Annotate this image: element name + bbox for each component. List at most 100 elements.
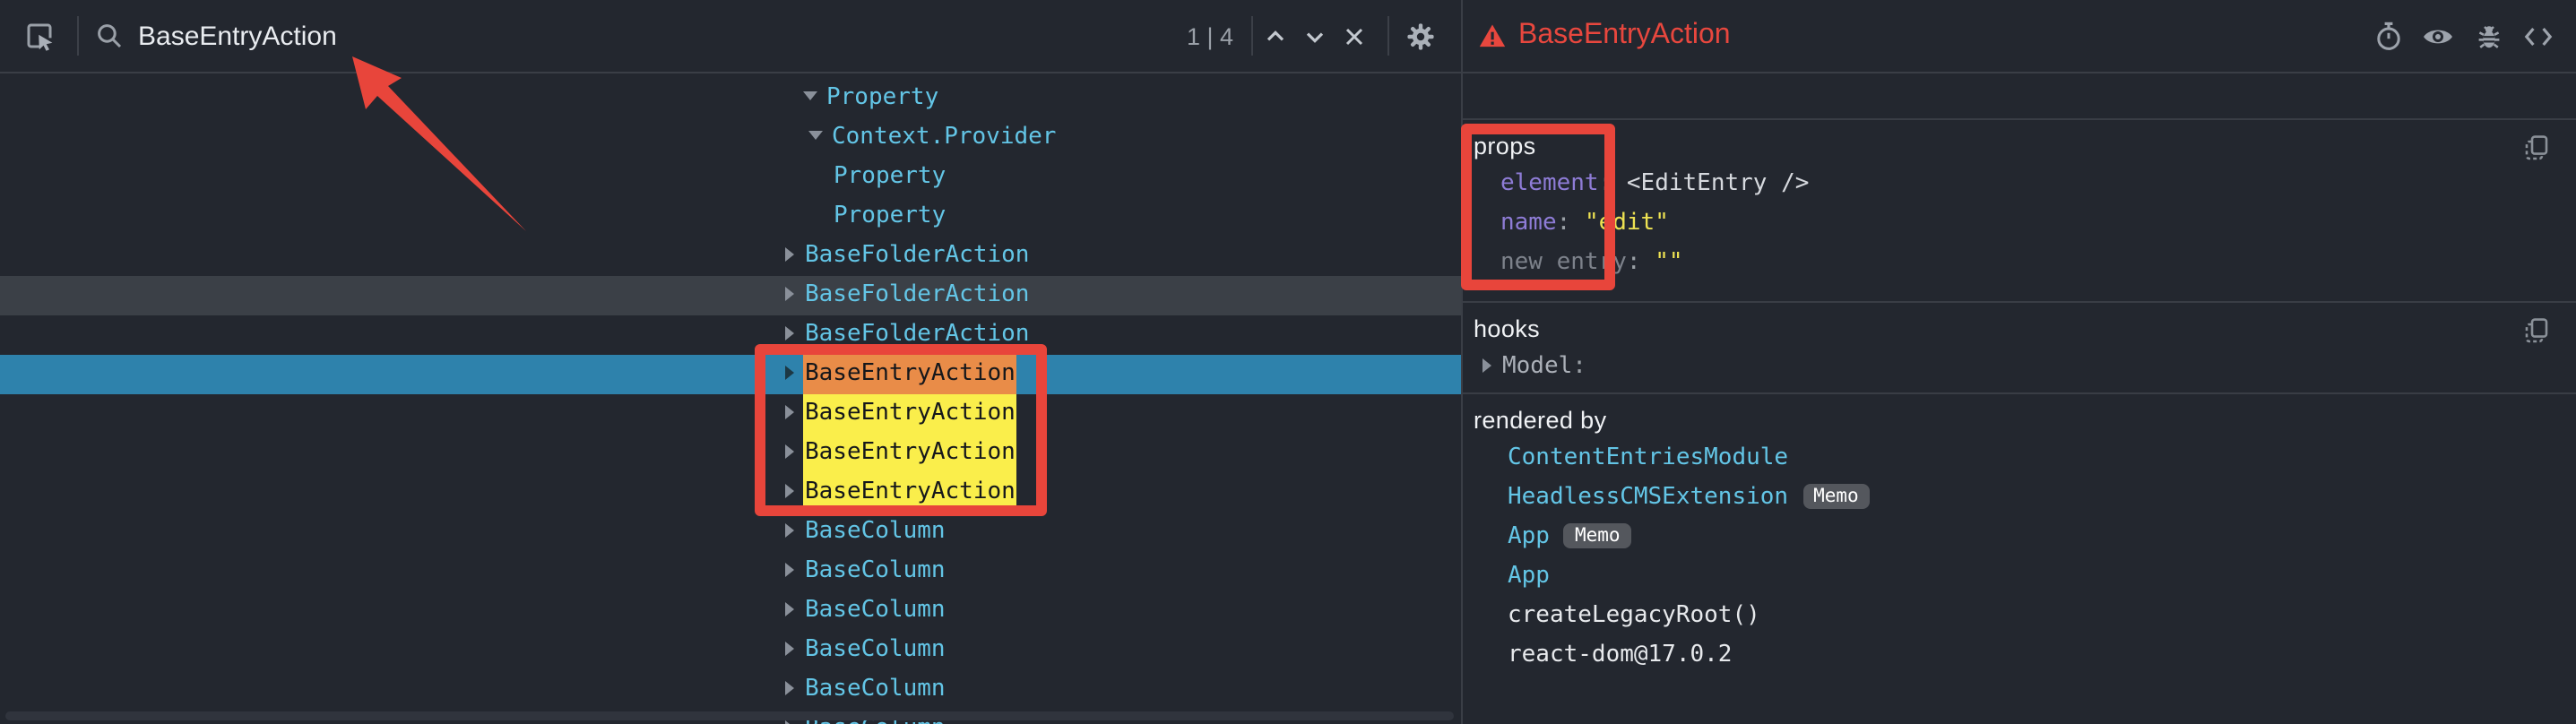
toolbar: BaseEntryAction 1 | 4 xyxy=(0,0,2576,73)
prop-colon: : xyxy=(1557,210,1585,237)
toolbar-left: BaseEntryAction 1 | 4 xyxy=(0,0,1461,72)
rendered-by-item: createLegacyRoot() xyxy=(1474,597,2576,636)
tree-row[interactable]: BaseEntryAction xyxy=(0,473,1461,513)
tree-row[interactable]: BaseFolderAction xyxy=(0,276,1461,315)
react-devtools-window: BaseEntryAction 1 | 4 xyxy=(0,0,2576,724)
stopwatch-icon[interactable] xyxy=(2368,14,2407,57)
toolbar-divider xyxy=(77,16,79,56)
rendered-by-section: rendered by ContentEntriesModule Headless… xyxy=(1463,392,2576,724)
search-icon xyxy=(90,14,129,57)
props-section: props element: <EditEntry />name: "edit"… xyxy=(1463,118,2576,301)
prop-key: element xyxy=(1500,170,1599,197)
selected-component-title: BaseEntryAction xyxy=(1518,20,1731,52)
component-name: BaseEntryAction xyxy=(803,434,1017,473)
collapse-arrow-icon[interactable] xyxy=(808,131,823,140)
rendered-by-item: react-dom@17.0.2 xyxy=(1474,636,2576,676)
component-name: BaseEntryAction xyxy=(803,355,1017,394)
rendered-by-section-title: rendered by xyxy=(1474,407,2576,434)
prop-colon: : xyxy=(1599,170,1627,197)
hooks-section-title: hooks xyxy=(1474,315,2576,342)
tree-row[interactable]: BaseEntryAction xyxy=(0,355,1461,394)
chevron-down-icon[interactable] xyxy=(1294,14,1334,57)
search-input[interactable]: BaseEntryAction xyxy=(138,21,337,51)
hooks-section: hooks Model: xyxy=(1463,301,2576,392)
prop-value[interactable]: <EditEntry /> xyxy=(1627,170,1810,197)
owner-link[interactable]: App xyxy=(1508,563,1550,590)
expand-arrow-icon[interactable] xyxy=(785,286,794,300)
bug-icon[interactable] xyxy=(2468,14,2508,57)
props-section-title: props xyxy=(1474,133,2576,159)
rendered-by-item: ContentEntriesModule xyxy=(1474,439,2576,478)
panel-divider[interactable] xyxy=(1461,0,1463,724)
tree-row[interactable]: BaseColumn xyxy=(0,631,1461,670)
owner-label: createLegacyRoot() xyxy=(1508,602,1760,629)
component-tree: PropertyContext.ProviderPropertyProperty… xyxy=(0,73,1461,724)
component-name: BaseColumn xyxy=(803,631,947,670)
toolbar-divider xyxy=(1251,16,1253,56)
inspect-element-icon[interactable] xyxy=(20,14,59,57)
rendered-by-item: App xyxy=(1474,557,2576,597)
owner-link[interactable]: App xyxy=(1508,523,1550,550)
expand-arrow-icon[interactable] xyxy=(785,562,794,576)
owner-link[interactable]: HeadlessCMSExtension xyxy=(1508,484,1788,511)
component-name: BaseFolderAction xyxy=(803,315,1031,355)
copy-icon[interactable] xyxy=(2524,317,2549,353)
component-name: BaseColumn xyxy=(803,670,947,710)
code-brackets-icon[interactable] xyxy=(2519,14,2558,57)
expand-arrow-icon[interactable] xyxy=(785,404,794,418)
horizontal-scrollbar[interactable] xyxy=(5,711,1454,720)
tree-row[interactable]: Property xyxy=(0,197,1461,237)
owner-label: react-dom@17.0.2 xyxy=(1508,642,1732,668)
copy-icon[interactable] xyxy=(2524,134,2549,170)
owner-link[interactable]: ContentEntriesModule xyxy=(1508,444,1788,471)
expand-arrow-icon[interactable] xyxy=(785,325,794,340)
component-name: Property xyxy=(832,158,947,197)
expand-arrow-icon[interactable] xyxy=(785,522,794,537)
expand-arrow-icon[interactable] xyxy=(785,483,794,497)
tree-row[interactable]: BaseFolderAction xyxy=(0,315,1461,355)
tree-row[interactable]: BaseColumn xyxy=(0,670,1461,710)
hook-row[interactable]: Model: xyxy=(1474,348,2576,387)
collapse-arrow-icon[interactable] xyxy=(803,91,817,100)
warning-triangle-icon xyxy=(1479,23,1506,48)
search-result-count: 1 | 4 xyxy=(1187,22,1233,49)
tree-row[interactable]: BaseEntryAction xyxy=(0,394,1461,434)
tree-row[interactable]: Context.Provider xyxy=(0,118,1461,158)
tree-row[interactable]: BaseFolderAction xyxy=(0,237,1461,276)
expand-arrow-icon[interactable] xyxy=(785,601,794,616)
chevron-up-icon[interactable] xyxy=(1255,14,1294,57)
prop-colon: : xyxy=(1627,249,1655,276)
tree-row[interactable]: BaseColumn xyxy=(0,552,1461,591)
tree-row[interactable]: Property xyxy=(0,79,1461,118)
toolbar-right: BaseEntryAction xyxy=(1463,0,2576,72)
close-icon[interactable] xyxy=(1334,14,1373,57)
tree-row[interactable]: BaseColumn xyxy=(0,513,1461,552)
component-name: BaseColumn xyxy=(803,513,947,552)
expand-arrow-icon[interactable] xyxy=(785,365,794,379)
expand-arrow-icon[interactable] xyxy=(785,680,794,694)
expand-arrow-icon[interactable] xyxy=(785,246,794,261)
tree-row[interactable]: BaseEntryAction xyxy=(0,434,1461,473)
expand-arrow-icon[interactable] xyxy=(785,444,794,458)
memo-badge: Memo xyxy=(1564,523,1631,548)
prop-row: new entry: "" xyxy=(1474,244,2576,283)
prop-value[interactable]: "" xyxy=(1655,249,1682,276)
component-name: BaseColumn xyxy=(803,552,947,591)
expand-arrow-icon[interactable] xyxy=(785,641,794,655)
hook-colon: : xyxy=(1572,353,1586,380)
expand-arrow-icon[interactable] xyxy=(1482,358,1491,372)
component-name: BaseEntryAction xyxy=(803,394,1017,434)
eye-icon[interactable] xyxy=(2418,14,2458,57)
prop-row: element: <EditEntry /> xyxy=(1474,165,2576,204)
component-name: BaseFolderAction xyxy=(803,237,1031,276)
component-name: BaseEntryAction xyxy=(803,473,1017,513)
prop-value[interactable]: "edit" xyxy=(1585,210,1669,237)
tree-row[interactable]: Property xyxy=(0,158,1461,197)
rendered-by-item: App Memo xyxy=(1474,518,2576,557)
settings-gear-icon[interactable] xyxy=(1400,14,1439,57)
hook-name: Model xyxy=(1502,353,1572,380)
component-name: Context.Provider xyxy=(830,118,1058,158)
rendered-by-item: HeadlessCMSExtensionMemo xyxy=(1474,478,2576,518)
tree-row[interactable]: BaseColumn xyxy=(0,591,1461,631)
toolbar-divider xyxy=(1387,16,1389,56)
